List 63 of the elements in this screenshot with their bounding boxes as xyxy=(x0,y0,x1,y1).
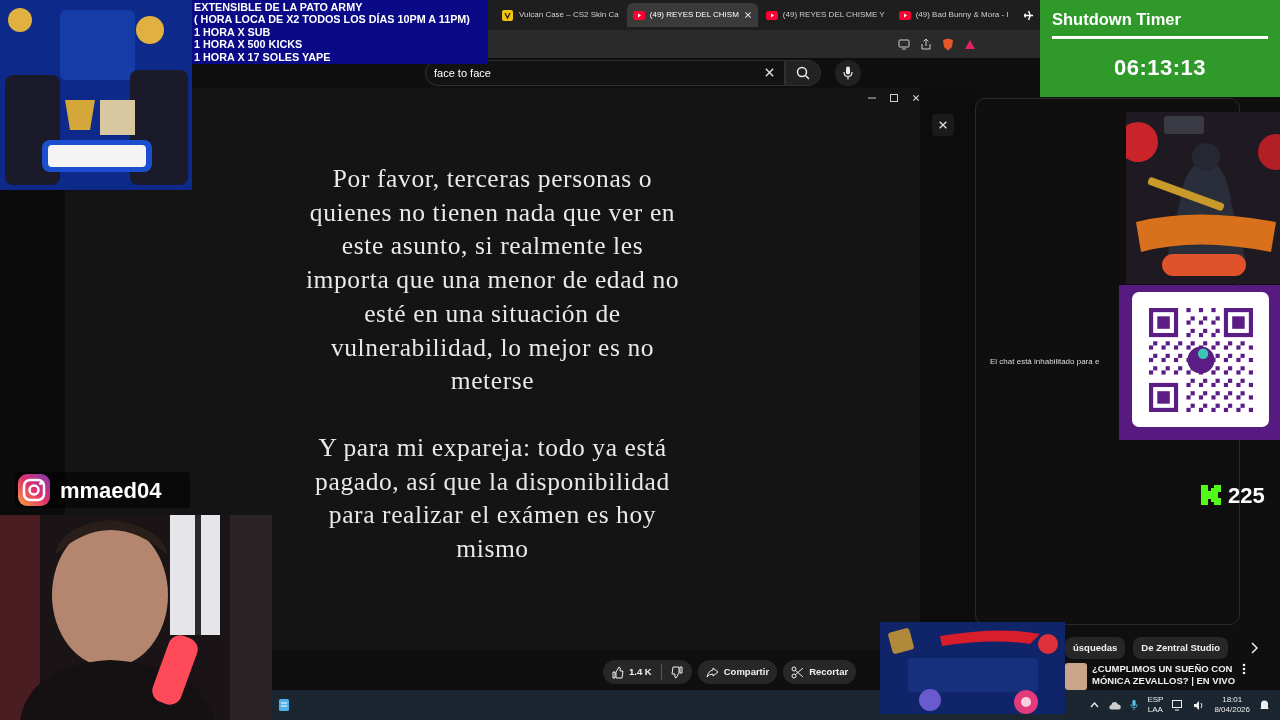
network-icon[interactable] xyxy=(1172,699,1185,711)
chevron-up-icon[interactable] xyxy=(1090,702,1100,708)
clip-button[interactable]: Recortar xyxy=(783,660,857,684)
maximize-icon[interactable] xyxy=(890,94,898,102)
overlay-text: 1 HORA X 500 KICKS xyxy=(194,38,304,51)
filter-chip[interactable]: úsquedas xyxy=(1065,637,1126,659)
install-icon[interactable] xyxy=(898,38,910,50)
microphone-icon[interactable] xyxy=(1130,699,1139,711)
play-icon xyxy=(898,9,911,21)
scissors-icon xyxy=(791,665,805,679)
overlay-text: EXTENSIBLE DE LA PATO ARMY xyxy=(194,1,364,14)
overlay-text: 1 HORA X 17 SOLES YAPE xyxy=(194,50,332,64)
language-indicator[interactable]: ESP xyxy=(1147,695,1164,705)
dislike-icon[interactable] xyxy=(670,665,684,679)
like-button[interactable]: 1.4 K xyxy=(603,660,692,684)
timer-title: Shutdown Timer xyxy=(1052,9,1182,30)
tab-favicon-icon xyxy=(502,9,514,21)
overlay-text: 1 HORA X SUB xyxy=(194,25,272,39)
keyboard-layout[interactable]: LAA xyxy=(1147,705,1163,715)
share-button[interactable]: Compartir xyxy=(697,660,778,684)
share-icon xyxy=(705,665,719,679)
airplane-icon[interactable] xyxy=(1022,9,1034,21)
close-icon[interactable] xyxy=(743,11,752,19)
search-icon xyxy=(796,66,810,80)
search-field[interactable]: face to face xyxy=(425,60,785,86)
minimize-icon[interactable] xyxy=(868,94,876,102)
volume-icon[interactable] xyxy=(1193,699,1206,711)
filter-chip[interactable]: De Zentral Studio xyxy=(1133,637,1228,659)
caption-text: Por favor, terceras personas o quienes no tienen nada que ver en este asunto, si realmente les importa que una menor de edad no esté en una situación de vulnerabilidad, lo mejor es no meterse xyxy=(304,163,681,398)
browser-tab[interactable]: (49) REYES DEL CHISME Y xyxy=(759,3,891,27)
clock-time[interactable]: 18:01 xyxy=(1222,695,1243,705)
cloud-icon[interactable] xyxy=(1108,700,1122,710)
shield-icon[interactable] xyxy=(942,37,954,51)
share-icon[interactable] xyxy=(920,38,932,50)
video-thumbnail[interactable] xyxy=(1065,663,1087,690)
clock-date[interactable]: 8/04/2026 xyxy=(1214,705,1250,715)
video-title[interactable]: ¿CUMPLIMOS UN SUEÑO CON MÓNICA ZEVALLOS? | EN VIVO xyxy=(1092,663,1237,690)
timer-value: 06:13:13 xyxy=(1112,53,1208,82)
search-button[interactable] xyxy=(785,60,821,86)
chat-notice: El chat está inhabilitado para e xyxy=(990,355,1100,368)
triangle-icon[interactable] xyxy=(964,38,976,50)
browser-tab[interactable]: Vulcan Case – CS2 Skin Ca xyxy=(496,3,625,27)
close-icon[interactable] xyxy=(912,94,920,102)
microphone-button[interactable] xyxy=(835,60,861,86)
notification-icon[interactable] xyxy=(1259,699,1270,711)
clear-icon[interactable] xyxy=(764,67,775,78)
close-button[interactable] xyxy=(932,114,954,136)
kick-logo-icon xyxy=(1200,484,1222,506)
microphone-icon xyxy=(843,66,853,80)
overlay-text: ( HORA LOCA DE X2 TODOS LOS DÍAS 10PM A 11PM) xyxy=(194,13,471,26)
next-icon[interactable] xyxy=(1250,642,1258,654)
caption-text: Y para mi expareja: todo ya está pagado, así que la disponibilidad para realizar el exámen es hoy mismo xyxy=(314,431,671,566)
viewer-count: 225 xyxy=(1228,481,1265,510)
notepad-icon[interactable] xyxy=(278,698,290,712)
play-icon xyxy=(765,9,778,21)
play-icon xyxy=(632,9,645,21)
close-icon xyxy=(938,120,948,130)
instagram-handle: mmaed04 xyxy=(60,476,162,505)
browser-tab[interactable]: (49) Bad Bunny & Mora - I xyxy=(892,3,1015,27)
instagram-icon xyxy=(17,473,51,507)
more-icon[interactable] xyxy=(1242,663,1246,675)
like-icon xyxy=(611,665,624,679)
browser-tab[interactable]: (49) REYES DEL CHISM xyxy=(626,3,758,27)
